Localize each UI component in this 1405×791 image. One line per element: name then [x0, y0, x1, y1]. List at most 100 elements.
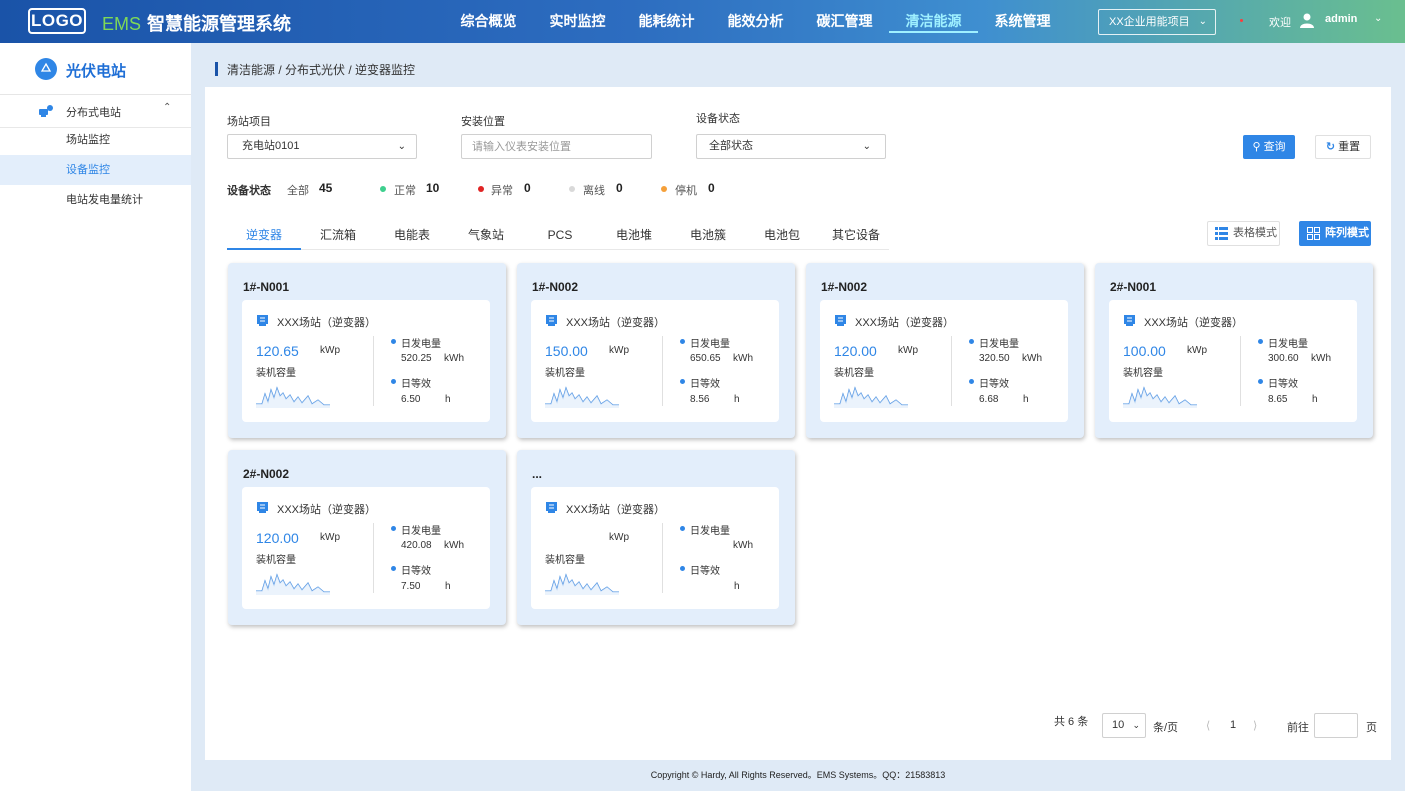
daily-gen-unit: kWh — [733, 540, 753, 551]
tab-battery-stack[interactable]: 电池堆 — [597, 222, 671, 248]
tab-battery-cluster[interactable]: 电池簇 — [671, 222, 745, 248]
logo: LOGO — [28, 8, 86, 34]
tab-combiner-box[interactable]: 汇流箱 — [301, 222, 375, 248]
divider — [1240, 336, 1241, 406]
sidebar-group-distributed[interactable]: 分布式电站 ⌃ — [0, 99, 191, 125]
pagination-total: 共 6 条 — [1054, 716, 1089, 728]
device-card-title: 1#-N001 — [243, 280, 290, 294]
location-label: 安装位置 — [461, 116, 505, 128]
daily-eq-unit: h — [1312, 394, 1318, 405]
capacity-unit: kWp — [898, 345, 918, 356]
device-card-title: ... — [532, 467, 543, 481]
status-stopped-dot — [661, 186, 667, 192]
divider — [951, 336, 952, 406]
goto-page-input[interactable] — [1314, 713, 1358, 738]
nav-item-efficiency[interactable]: 能效分析 — [711, 0, 800, 43]
search-icon: ⚲ — [1252, 141, 1261, 153]
page-number[interactable]: 1 — [1230, 719, 1236, 743]
nav-item-carbon[interactable]: 碳汇管理 — [800, 0, 889, 43]
capacity-label: 装机容量 — [256, 368, 296, 379]
status-offline-dot — [569, 186, 575, 192]
location-input[interactable] — [461, 134, 652, 159]
station-select-value: 充电站0101 — [242, 140, 300, 152]
welcome-text: 欢迎 — [1269, 17, 1291, 29]
nav-item-system[interactable]: 系统管理 — [978, 0, 1067, 43]
grid-mode-button[interactable]: 阵列模式 — [1299, 221, 1371, 246]
tab-inverter[interactable]: 逆变器 — [227, 222, 301, 250]
user-icon[interactable] — [1300, 13, 1314, 28]
table-mode-label: 表格模式 — [1233, 227, 1277, 239]
tab-pcs[interactable]: PCS — [523, 222, 597, 248]
nav-item-consumption[interactable]: 能耗统计 — [622, 0, 711, 43]
status-normal-label[interactable]: 正常 — [394, 182, 416, 198]
station-select[interactable]: 充电站0101 ⌄ — [227, 134, 417, 159]
status-all-label[interactable]: 全部 — [287, 182, 309, 198]
device-card-body: XXX场站（逆变器） 120.65 kWp 装机容量 日发电量 520.25 kWh 日等效 6… — [242, 300, 490, 422]
device-card-title: 2#-N001 — [1110, 280, 1157, 294]
daily-eq-unit: h — [445, 394, 451, 405]
prev-page-button[interactable]: ⟨ — [1206, 719, 1210, 743]
device-card[interactable]: 1#-N002 XXX场站（逆变器） 150.00 kWp 装机容量 日发电量 650.65… — [517, 263, 795, 438]
reset-button[interactable]: ↻ 重置 — [1315, 135, 1371, 159]
sidebar-item-device-monitor[interactable]: 设备监控 — [0, 155, 191, 185]
username[interactable]: admin — [1325, 13, 1357, 25]
daily-gen-label: 日发电量 — [1268, 339, 1308, 350]
chevron-down-icon: ⌄ — [397, 141, 406, 152]
divider — [373, 523, 374, 593]
daily-eq-label: 日等效 — [690, 379, 720, 390]
sidebar-item-station-monitor[interactable]: 场站监控 — [0, 125, 191, 155]
device-card-title: 1#-N002 — [821, 280, 868, 294]
tab-other-devices[interactable]: 其它设备 — [819, 222, 893, 248]
capacity-label: 装机容量 — [834, 368, 874, 379]
daily-eq-dot — [391, 566, 396, 571]
device-card[interactable]: 1#-N002 XXX场站（逆变器） 120.00 kWp 装机容量 日发电量 320.50… — [806, 263, 1084, 438]
status-summary-label: 设备状态 — [227, 185, 271, 197]
query-button[interactable]: ⚲ 查询 — [1243, 135, 1295, 159]
inverter-icon — [546, 502, 557, 513]
daily-eq-unit: h — [734, 394, 740, 405]
station-icon — [39, 105, 53, 117]
chevron-down-icon: ⌄ — [862, 141, 871, 152]
status-stopped-label[interactable]: 停机 — [675, 182, 697, 198]
station-label: 场站项目 — [227, 116, 271, 128]
sidebar-item-generation-stats[interactable]: 电站发电量统计 — [0, 185, 191, 215]
tab-battery-pack[interactable]: 电池包 — [745, 222, 819, 248]
footer: Copyright © Hardy, All Rights Reserved。E… — [650, 770, 946, 780]
inverter-icon — [1124, 315, 1135, 326]
device-card-title: 1#-N002 — [532, 280, 579, 294]
chevron-down-icon[interactable]: ⌄ — [1374, 13, 1382, 24]
device-card[interactable]: 2#-N001 XXX场站（逆变器） 100.00 kWp 装机容量 日发电量 300.60… — [1095, 263, 1373, 438]
status-offline-label[interactable]: 离线 — [583, 182, 605, 198]
status-abnormal-label[interactable]: 异常 — [491, 182, 513, 198]
next-page-button[interactable]: ⟩ — [1253, 719, 1257, 743]
device-card[interactable]: 1#-N001 XXX场站（逆变器） 120.65 kWp 装机容量 日发电量 520.25… — [228, 263, 506, 438]
nav-item-overview[interactable]: 综合概览 — [444, 0, 533, 43]
project-select[interactable]: XX企业用能项目 ⌄ — [1098, 9, 1216, 35]
main-panel: 场站项目 充电站0101 ⌄ 安装位置 设备状态 全部状态 ⌄ ⚲ 查询 ↻ 重… — [205, 87, 1391, 760]
notification-dot[interactable] — [1240, 19, 1243, 22]
device-card[interactable]: 2#-N002 XXX场站（逆变器） 120.00 kWp 装机容量 日发电量 420.08… — [228, 450, 506, 625]
inverter-icon — [257, 315, 268, 326]
top-bar: LOGO EMS 智慧能源管理系统 综合概览 实时监控 能耗统计 能效分析 碳汇管… — [0, 0, 1405, 43]
nav-item-realtime[interactable]: 实时监控 — [533, 0, 622, 43]
page-size-select[interactable]: 10 ⌄ — [1102, 713, 1146, 738]
breadcrumb-marker — [215, 62, 218, 76]
sidebar-title: 光伏电站 — [66, 63, 127, 80]
nav-item-clean-energy[interactable]: 清洁能源 — [889, 0, 978, 43]
daily-gen-dot — [680, 339, 685, 344]
page-size-value: 10 — [1112, 719, 1125, 731]
reset-button-label: 重置 — [1338, 141, 1361, 153]
capacity-label: 装机容量 — [256, 555, 296, 566]
daily-eq-label: 日等效 — [690, 566, 720, 577]
sparkline-chart — [256, 386, 330, 408]
daily-gen-value: 300.60 — [1268, 353, 1299, 364]
daily-gen-unit: kWh — [733, 353, 753, 364]
daily-eq-value: 8.56 — [690, 394, 710, 405]
daily-gen-unit: kWh — [444, 540, 464, 551]
table-mode-button[interactable]: 表格模式 — [1207, 221, 1280, 246]
list-icon — [1215, 227, 1228, 240]
tab-weather-station[interactable]: 气象站 — [449, 222, 523, 248]
device-card[interactable]: ... XXX场站（逆变器） kWp 装机容量 日发电量 kWh 日等效 h — [517, 450, 795, 625]
tab-energy-meter[interactable]: 电能表 — [375, 222, 449, 248]
status-select[interactable]: 全部状态 ⌄ — [696, 134, 886, 159]
